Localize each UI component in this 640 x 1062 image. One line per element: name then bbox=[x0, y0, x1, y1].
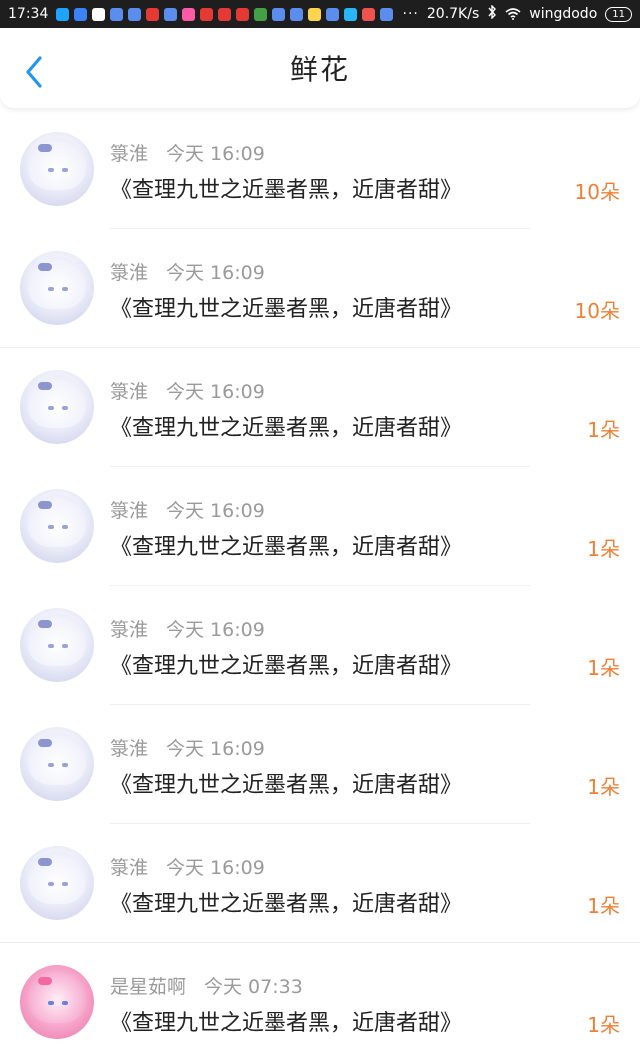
book-title[interactable]: 《查理九世之近墨者黑，近唐者甜》 bbox=[110, 529, 462, 561]
back-button[interactable] bbox=[18, 56, 50, 88]
book-title[interactable]: 《查理九世之近墨者黑，近唐者甜》 bbox=[110, 1005, 462, 1037]
list-item[interactable]: 箓淮 今天 16:09 《查理九世之近墨者黑，近唐者甜》 10朵 bbox=[0, 110, 640, 229]
avatar[interactable] bbox=[20, 132, 94, 206]
list-item[interactable]: 箓淮 今天 16:09 《查理九世之近墨者黑，近唐者甜》 1朵 bbox=[0, 586, 640, 705]
flower-count: 1朵 bbox=[587, 775, 620, 799]
more-dots-icon: ··· bbox=[402, 6, 419, 22]
list-item[interactable]: 箓淮 今天 16:09 《查理九世之近墨者黑，近唐者甜》 1朵 bbox=[0, 467, 640, 586]
avatar[interactable] bbox=[20, 846, 94, 920]
item-meta: 箓淮 今天 16:09 bbox=[110, 734, 265, 761]
timestamp: 今天 16:09 bbox=[166, 738, 265, 760]
flower-count: 10朵 bbox=[574, 299, 620, 323]
timestamp: 今天 16:09 bbox=[166, 262, 265, 284]
flower-count: 10朵 bbox=[574, 180, 620, 204]
item-meta: 箓淮 今天 16:09 bbox=[110, 496, 265, 523]
notification-icon bbox=[110, 7, 124, 21]
notification-icons bbox=[56, 7, 394, 21]
user-name[interactable]: 箓淮 bbox=[110, 381, 148, 403]
user-name[interactable]: 箓淮 bbox=[110, 738, 148, 760]
header: 鲜花 bbox=[0, 28, 640, 108]
status-right: ··· 20.7K/s wingdodo 11 bbox=[402, 4, 632, 23]
user-name[interactable]: 箓淮 bbox=[110, 619, 148, 641]
timestamp: 今天 16:09 bbox=[166, 619, 265, 641]
item-meta: 箓淮 今天 16:09 bbox=[110, 377, 265, 404]
notification-icon bbox=[272, 7, 286, 21]
chevron-left-icon bbox=[26, 56, 42, 88]
item-meta: 箓淮 今天 16:09 bbox=[110, 615, 265, 642]
book-title[interactable]: 《查理九世之近墨者黑，近唐者甜》 bbox=[110, 410, 462, 442]
status-time: 17:34 bbox=[8, 6, 49, 22]
status-bar: 17:34 ··· 20.7K/s wingdodo 11 bbox=[0, 0, 640, 28]
flower-count: 1朵 bbox=[587, 894, 620, 918]
book-title[interactable]: 《查理九世之近墨者黑，近唐者甜》 bbox=[110, 648, 462, 680]
list-item[interactable]: 箓淮 今天 16:09 《查理九世之近墨者黑，近唐者甜》 10朵 bbox=[0, 229, 640, 348]
book-title[interactable]: 《查理九世之近墨者黑，近唐者甜》 bbox=[110, 886, 462, 918]
notification-icon bbox=[92, 7, 106, 21]
avatar[interactable] bbox=[20, 251, 94, 325]
timestamp: 今天 16:09 bbox=[166, 500, 265, 522]
item-meta: 是星茹啊 今天 07:33 bbox=[110, 972, 303, 999]
wifi-name: wingdodo bbox=[529, 6, 598, 22]
notification-icon bbox=[200, 7, 214, 21]
user-name[interactable]: 箓淮 bbox=[110, 143, 148, 165]
flower-count: 1朵 bbox=[587, 418, 620, 442]
flower-count: 1朵 bbox=[587, 537, 620, 561]
list-item[interactable]: 箓淮 今天 16:09 《查理九世之近墨者黑，近唐者甜》 1朵 bbox=[0, 348, 640, 467]
notification-icon bbox=[326, 7, 340, 21]
item-meta: 箓淮 今天 16:09 bbox=[110, 258, 265, 285]
page-title: 鲜花 bbox=[289, 53, 350, 86]
notification-icon bbox=[164, 7, 178, 21]
list-item[interactable]: 箓淮 今天 16:09 《查理九世之近墨者黑，近唐者甜》 1朵 bbox=[0, 705, 640, 824]
timestamp: 今天 16:09 bbox=[166, 857, 265, 879]
avatar[interactable] bbox=[20, 727, 94, 801]
list-item[interactable]: 是星茹啊 今天 07:33 《查理九世之近墨者黑，近唐者甜》 1朵 bbox=[0, 943, 640, 1062]
flower-count: 1朵 bbox=[587, 656, 620, 680]
battery-icon: 11 bbox=[605, 6, 632, 22]
avatar[interactable] bbox=[20, 965, 94, 1039]
timestamp: 今天 16:09 bbox=[166, 143, 265, 165]
notification-icon bbox=[182, 7, 196, 21]
notification-icon bbox=[308, 7, 322, 21]
avatar[interactable] bbox=[20, 489, 94, 563]
book-title[interactable]: 《查理九世之近墨者黑，近唐者甜》 bbox=[110, 767, 462, 799]
notification-icon bbox=[74, 7, 88, 21]
user-name[interactable]: 箓淮 bbox=[110, 500, 148, 522]
timestamp: 今天 07:33 bbox=[204, 976, 303, 998]
notification-icon bbox=[56, 7, 70, 21]
avatar[interactable] bbox=[20, 608, 94, 682]
avatar[interactable] bbox=[20, 370, 94, 444]
item-meta: 箓淮 今天 16:09 bbox=[110, 853, 265, 880]
notification-icon bbox=[146, 7, 160, 21]
notification-icon bbox=[128, 7, 142, 21]
list-item[interactable]: 箓淮 今天 16:09 《查理九世之近墨者黑，近唐者甜》 1朵 bbox=[0, 824, 640, 943]
notification-icon bbox=[236, 7, 250, 21]
notification-icon bbox=[362, 7, 376, 21]
flower-record-list: 箓淮 今天 16:09 《查理九世之近墨者黑，近唐者甜》 10朵 箓淮 今天 16:… bbox=[0, 110, 640, 1062]
item-meta: 箓淮 今天 16:09 bbox=[110, 139, 265, 166]
notification-icon bbox=[344, 7, 358, 21]
bluetooth-icon bbox=[487, 4, 497, 23]
notification-icon bbox=[380, 7, 394, 21]
notification-icon bbox=[218, 7, 232, 21]
notification-icon bbox=[254, 7, 268, 21]
network-speed: 20.7K/s bbox=[426, 6, 480, 22]
book-title[interactable]: 《查理九世之近墨者黑，近唐者甜》 bbox=[110, 172, 462, 204]
user-name[interactable]: 是星茹啊 bbox=[110, 976, 186, 998]
wifi-icon bbox=[505, 8, 521, 20]
timestamp: 今天 16:09 bbox=[166, 381, 265, 403]
user-name[interactable]: 箓淮 bbox=[110, 262, 148, 284]
book-title[interactable]: 《查理九世之近墨者黑，近唐者甜》 bbox=[110, 291, 462, 323]
user-name[interactable]: 箓淮 bbox=[110, 857, 148, 879]
notification-icon bbox=[290, 7, 304, 21]
